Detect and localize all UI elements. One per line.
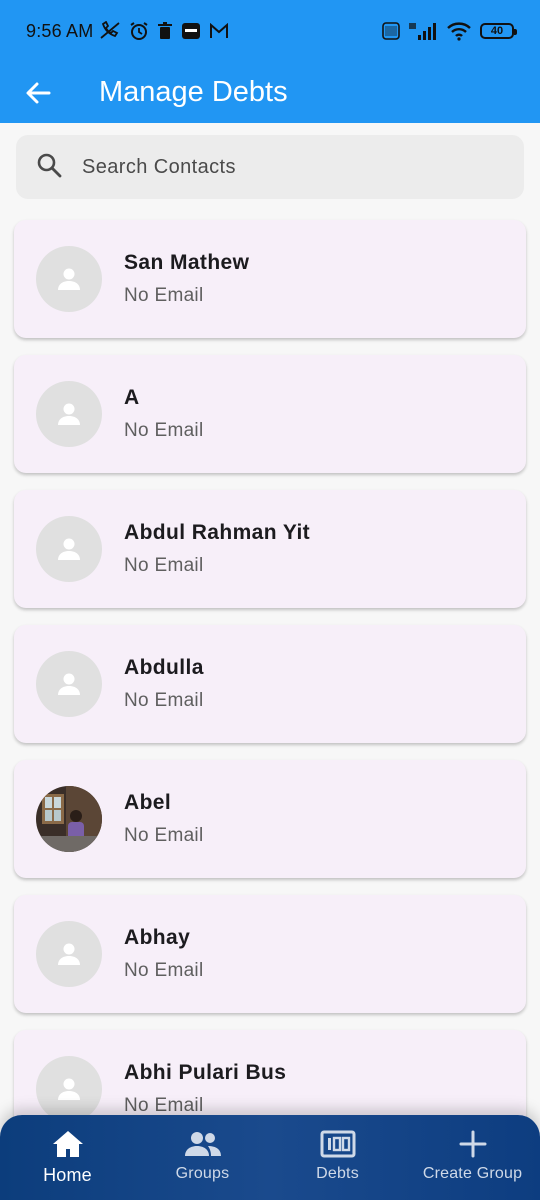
nav-item-create-group[interactable]: Create Group xyxy=(405,1115,540,1200)
volte-icon xyxy=(382,22,400,40)
avatar xyxy=(36,516,102,582)
home-icon xyxy=(52,1131,83,1157)
contact-text: Abhay No Email xyxy=(124,926,203,982)
toolbar: Manage Debts xyxy=(0,62,540,123)
bottom-nav: Home Groups Debts Create Group xyxy=(0,1115,540,1200)
contact-email: No Email xyxy=(124,960,204,981)
contact-email: No Email xyxy=(124,1095,204,1116)
nav-label-debts: Debts xyxy=(316,1165,359,1182)
contact-card[interactable]: Abdulla No Email xyxy=(14,625,526,743)
person-icon xyxy=(58,268,80,290)
nav-label-groups: Groups xyxy=(175,1165,230,1182)
note-app-icon xyxy=(181,22,201,40)
contact-name: Abdul Rahman Yit xyxy=(124,521,311,544)
contact-email: No Email xyxy=(124,285,204,306)
contact-text: A No Email xyxy=(124,386,203,442)
status-left-icons xyxy=(99,21,229,41)
status-bar: 9:56 AM 40 xyxy=(0,0,540,62)
status-right-icons: 40 xyxy=(382,21,517,41)
plus-icon xyxy=(459,1130,486,1158)
contact-text: Abdulla No Email xyxy=(124,656,204,712)
avatar xyxy=(36,921,102,987)
contact-name: Abdulla xyxy=(124,656,204,679)
person-icon xyxy=(58,403,80,425)
person-icon xyxy=(58,1078,80,1100)
contact-card[interactable]: A No Email xyxy=(14,355,526,473)
contact-text: Abel No Email xyxy=(124,791,203,847)
nav-label-home: Home xyxy=(43,1165,92,1185)
contact-list: San Mathew No Email A No Email Abdul Rah… xyxy=(14,220,526,1165)
page-title: Manage Debts xyxy=(99,76,288,108)
avatar xyxy=(36,246,102,312)
search-box[interactable] xyxy=(16,135,524,199)
debts-icon xyxy=(320,1130,355,1158)
avatar-photo xyxy=(36,786,102,852)
app-header: 9:56 AM 40 Manage Debts xyxy=(0,0,540,123)
contact-card[interactable]: San Mathew No Email xyxy=(14,220,526,338)
contact-card[interactable]: Abhay No Email xyxy=(14,895,526,1013)
person-icon xyxy=(58,538,80,560)
wifi-icon xyxy=(446,21,472,41)
nav-item-home[interactable]: Home xyxy=(0,1115,135,1200)
signal-icon xyxy=(408,21,438,41)
contact-text: San Mathew No Email xyxy=(124,251,249,307)
contact-text: Abdul Rahman Yit No Email xyxy=(124,521,310,577)
groups-icon xyxy=(184,1132,221,1156)
contact-email: No Email xyxy=(124,825,204,846)
mute-call-icon xyxy=(99,21,121,41)
contact-text: Abhi Pulari Bus No Email xyxy=(124,1061,286,1117)
contact-name: Abhi Pulari Bus xyxy=(124,1061,287,1084)
contact-email: No Email xyxy=(124,420,204,441)
contact-photo xyxy=(36,786,102,852)
trash-icon xyxy=(157,22,173,40)
gmail-icon xyxy=(209,23,229,39)
contact-card[interactable]: Abdul Rahman Yit No Email xyxy=(14,490,526,608)
contact-name: A xyxy=(124,386,140,409)
contact-name: Abel xyxy=(124,791,172,814)
nav-item-debts[interactable]: Debts xyxy=(270,1115,405,1200)
contact-name: San Mathew xyxy=(124,251,250,274)
nav-item-groups[interactable]: Groups xyxy=(135,1115,270,1200)
back-button[interactable] xyxy=(14,69,62,117)
alarm-icon xyxy=(129,21,149,41)
battery-icon: 40 xyxy=(480,23,517,39)
nav-label-create-group: Create Group xyxy=(422,1165,523,1182)
contact-card[interactable]: Abel No Email xyxy=(14,760,526,878)
contact-email: No Email xyxy=(124,555,204,576)
avatar xyxy=(36,381,102,447)
person-icon xyxy=(58,943,80,965)
search-input[interactable] xyxy=(82,155,482,179)
avatar xyxy=(36,651,102,717)
avatar xyxy=(36,1056,102,1122)
arrow-left-icon xyxy=(26,82,51,103)
person-icon xyxy=(58,673,80,695)
contact-email: No Email xyxy=(124,690,204,711)
contact-name: Abhay xyxy=(124,926,191,949)
search-icon xyxy=(36,152,62,183)
status-time: 9:56 AM xyxy=(26,20,94,41)
